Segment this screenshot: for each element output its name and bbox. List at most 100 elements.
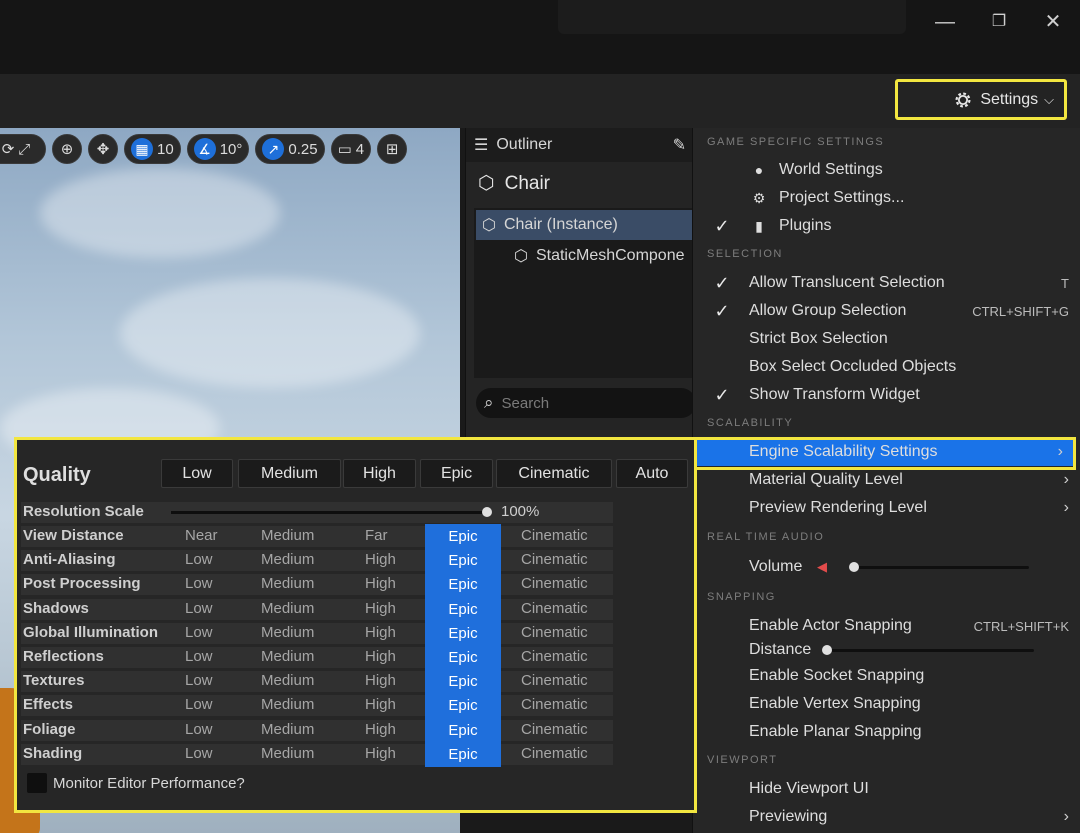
quality-auto-button[interactable]: Auto bbox=[616, 459, 688, 488]
surface-snap-toggle[interactable]: ✥ bbox=[88, 134, 118, 164]
menu-world-settings[interactable]: ● World Settings bbox=[693, 156, 1080, 184]
scalability-level-option[interactable]: Low bbox=[185, 551, 213, 568]
quality-medium-button[interactable]: Medium bbox=[238, 459, 341, 488]
menu-show-transform-widget[interactable]: ✓ Show Transform Widget bbox=[693, 381, 1080, 409]
menu-enable-vertex-snapping[interactable]: Enable Vertex Snapping bbox=[693, 690, 1080, 718]
scale-snap-toggle[interactable]: ↗ 0.25 bbox=[255, 134, 325, 164]
scalability-level-option[interactable]: Cinematic bbox=[521, 600, 588, 617]
scalability-level-option[interactable]: High bbox=[365, 696, 396, 713]
scalability-level-option[interactable]: Low bbox=[185, 721, 213, 738]
volume-slider-knob[interactable] bbox=[849, 562, 859, 572]
scalability-level-option[interactable]: Cinematic bbox=[521, 672, 588, 689]
scalability-level-option[interactable]: High bbox=[365, 551, 396, 568]
scalability-level-option[interactable]: High bbox=[365, 745, 396, 762]
scalability-level-option[interactable]: Epic bbox=[425, 645, 501, 670]
scalability-level-option[interactable]: Low bbox=[185, 672, 213, 689]
resolution-scale-knob[interactable] bbox=[482, 507, 492, 517]
transform-tools[interactable]: ⟳ ⤢ bbox=[0, 134, 46, 164]
tree-item-static-mesh[interactable]: ⬡ StaticMeshCompone bbox=[514, 241, 696, 271]
scalability-level-option[interactable]: Medium bbox=[261, 696, 314, 713]
scalability-level-option[interactable]: Cinematic bbox=[521, 648, 588, 665]
viewport-layout-button[interactable]: ⊞ bbox=[377, 134, 408, 164]
scalability-level-option[interactable]: Low bbox=[185, 745, 213, 762]
menu-previewing[interactable]: Previewing › bbox=[693, 803, 1080, 831]
menu-enable-socket-snapping[interactable]: Enable Socket Snapping bbox=[693, 662, 1080, 690]
volume-slider[interactable] bbox=[853, 566, 1029, 569]
scalability-level-option[interactable]: Epic bbox=[425, 717, 501, 743]
scalability-level-option[interactable]: Low bbox=[185, 624, 213, 641]
menu-allow-translucent-selection[interactable]: ✓ Allow Translucent Selection T bbox=[693, 269, 1080, 297]
quality-epic-button[interactable]: Epic bbox=[420, 459, 493, 488]
menu-strict-box-selection[interactable]: Strict Box Selection bbox=[693, 325, 1080, 353]
scalability-level-option[interactable]: Low bbox=[185, 648, 213, 665]
camera-speed-button[interactable]: ▭ 4 bbox=[330, 134, 372, 164]
distance-slider[interactable] bbox=[826, 649, 1034, 652]
scalability-level-option[interactable]: High bbox=[365, 721, 396, 738]
scalability-level-option[interactable]: Cinematic bbox=[521, 575, 588, 592]
scalability-level-option[interactable]: High bbox=[365, 672, 396, 689]
monitor-editor-performance[interactable]: Monitor Editor Performance? bbox=[27, 773, 245, 793]
scalability-level-option[interactable]: Epic bbox=[425, 596, 501, 622]
menu-project-settings[interactable]: ⚙ Project Settings... bbox=[693, 184, 1080, 212]
quality-low-button[interactable]: Low bbox=[161, 459, 233, 488]
menu-plugins[interactable]: ✓ ▮ Plugins bbox=[693, 212, 1080, 240]
quality-cinematic-button[interactable]: Cinematic bbox=[496, 459, 612, 488]
outliner-search-input[interactable]: ⌕ Search bbox=[476, 388, 696, 418]
scalability-level-option[interactable]: Cinematic bbox=[521, 624, 588, 641]
scalability-level-option[interactable]: Low bbox=[185, 696, 213, 713]
close-button[interactable]: ✕ bbox=[1038, 8, 1068, 36]
scalability-level-option[interactable]: High bbox=[365, 575, 396, 592]
menu-material-quality-level[interactable]: Material Quality Level › bbox=[693, 466, 1080, 494]
scalability-level-option[interactable]: Cinematic bbox=[521, 551, 588, 568]
scalability-level-option[interactable]: Medium bbox=[261, 745, 314, 762]
scalability-level-option[interactable]: Medium bbox=[261, 624, 314, 641]
scalability-level-option[interactable]: Epic bbox=[425, 524, 501, 549]
scalability-level-option[interactable]: Cinematic bbox=[521, 721, 588, 738]
angle-snap-toggle[interactable]: ∡ 10° bbox=[186, 134, 250, 164]
scalability-level-option[interactable]: High bbox=[365, 648, 396, 665]
menu-allow-group-selection[interactable]: ✓ Allow Group Selection CTRL+SHIFT+G bbox=[693, 297, 1080, 325]
scalability-level-option[interactable]: Epic bbox=[425, 572, 501, 598]
scalability-level-option[interactable]: Far bbox=[365, 527, 388, 544]
world-local-toggle[interactable]: ⊕ bbox=[52, 134, 82, 164]
scalability-level-option[interactable]: Epic bbox=[425, 548, 501, 574]
distance-slider-knob[interactable] bbox=[822, 645, 832, 655]
restore-button[interactable]: ❐ bbox=[984, 8, 1014, 36]
scalability-level-option[interactable]: Epic bbox=[425, 620, 501, 646]
minimize-button[interactable]: — bbox=[930, 8, 960, 36]
scalability-level-option[interactable]: Cinematic bbox=[521, 696, 588, 713]
scalability-level-option[interactable]: Epic bbox=[425, 741, 501, 767]
menu-box-select-occluded[interactable]: Box Select Occluded Objects bbox=[693, 353, 1080, 381]
menu-preview-rendering-level[interactable]: Preview Rendering Level › bbox=[693, 494, 1080, 522]
edit-icon[interactable]: ✎ bbox=[673, 135, 686, 155]
scalability-level-option[interactable]: Epic bbox=[425, 693, 501, 719]
scalability-level-option[interactable]: Low bbox=[185, 600, 213, 617]
scalability-level-option[interactable]: High bbox=[365, 600, 396, 617]
section-real-time-audio: REAL TIME AUDIO bbox=[707, 531, 834, 543]
scalability-level-option[interactable]: Cinematic bbox=[521, 527, 588, 544]
chevron-right-icon: › bbox=[1063, 808, 1069, 825]
menu-hide-viewport-ui[interactable]: Hide Viewport UI bbox=[693, 775, 1080, 803]
tree-item-chair-instance[interactable]: ⬡ Chair (Instance) bbox=[476, 210, 696, 240]
speaker-mute-icon[interactable]: ◀ bbox=[817, 559, 827, 575]
menu-enable-planar-snapping[interactable]: Enable Planar Snapping bbox=[693, 718, 1080, 746]
scalability-level-option[interactable]: Low bbox=[185, 575, 213, 592]
scalability-level-option[interactable]: Medium bbox=[261, 672, 314, 689]
section-viewport: VIEWPORT bbox=[707, 754, 787, 766]
settings-button[interactable]: Settings ⌵ bbox=[895, 79, 1067, 120]
monitor-checkbox[interactable] bbox=[27, 773, 47, 793]
scalability-level-option[interactable]: Near bbox=[185, 527, 218, 544]
resolution-scale-slider[interactable] bbox=[171, 511, 489, 514]
tab-outliner[interactable]: ☰ Outliner ✎ bbox=[466, 128, 696, 162]
scalability-level-option[interactable]: Epic bbox=[425, 669, 501, 695]
scalability-level-option[interactable]: Medium bbox=[261, 648, 314, 665]
scalability-level-option[interactable]: Medium bbox=[261, 721, 314, 738]
scalability-level-option[interactable]: Medium bbox=[261, 527, 314, 544]
scalability-level-option[interactable]: Medium bbox=[261, 575, 314, 592]
grid-snap-toggle[interactable]: ▦ 10 bbox=[124, 134, 181, 164]
scalability-level-option[interactable]: Medium bbox=[261, 551, 314, 568]
scalability-level-option[interactable]: High bbox=[365, 624, 396, 641]
scalability-level-option[interactable]: Cinematic bbox=[521, 745, 588, 762]
scalability-level-option[interactable]: Medium bbox=[261, 600, 314, 617]
quality-high-button[interactable]: High bbox=[343, 459, 416, 488]
